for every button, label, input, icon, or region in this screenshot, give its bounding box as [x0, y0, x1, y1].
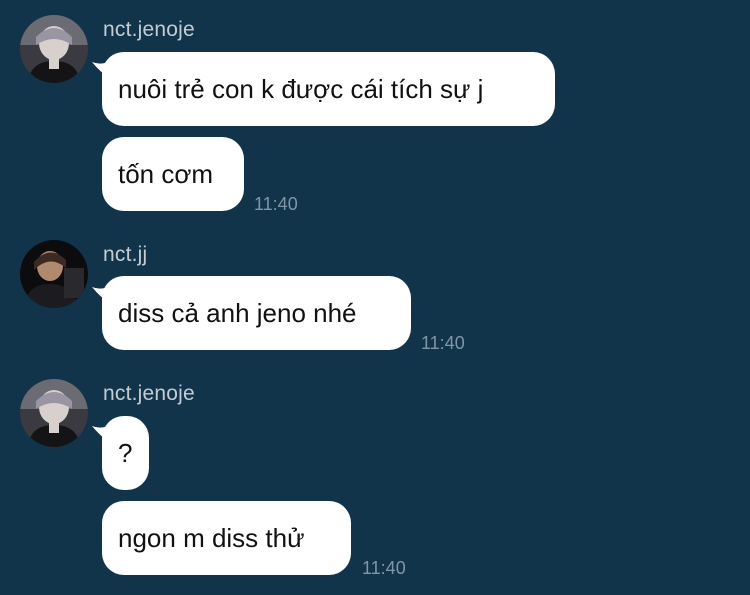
message-bubble[interactable]: ngon m diss thử: [102, 501, 351, 575]
message-timestamp: 11:40: [362, 558, 406, 578]
avatar-photo-icon: [20, 240, 88, 308]
avatar[interactable]: [20, 379, 88, 447]
message-bubble[interactable]: diss cả anh jeno nhé: [102, 276, 411, 350]
message-bubble[interactable]: ?: [102, 416, 149, 490]
message-bubble[interactable]: tốn cơm: [102, 137, 244, 211]
message-text: ngon m diss thử: [118, 522, 305, 553]
message-bubble[interactable]: nuôi trẻ con k được cái tích sự j: [102, 52, 555, 126]
message-text: ?: [118, 437, 133, 468]
chat-message-list: nct.jenoje nuôi trẻ con k được cái tích …: [0, 0, 750, 595]
avatar[interactable]: [20, 240, 88, 308]
message-timestamp: 11:40: [254, 194, 298, 214]
message-text: tốn cơm: [118, 158, 214, 189]
sender-username[interactable]: nct.jenoje: [103, 18, 195, 42]
message-text: nuôi trẻ con k được cái tích sự j: [118, 73, 484, 104]
message-text: diss cả anh jeno nhé: [118, 297, 357, 328]
avatar[interactable]: [20, 15, 88, 83]
avatar-photo-icon: [20, 15, 88, 83]
message-timestamp: 11:40: [421, 333, 465, 353]
sender-username[interactable]: nct.jj: [103, 243, 147, 267]
sender-username[interactable]: nct.jenoje: [103, 382, 195, 406]
avatar-photo-icon: [20, 379, 88, 447]
